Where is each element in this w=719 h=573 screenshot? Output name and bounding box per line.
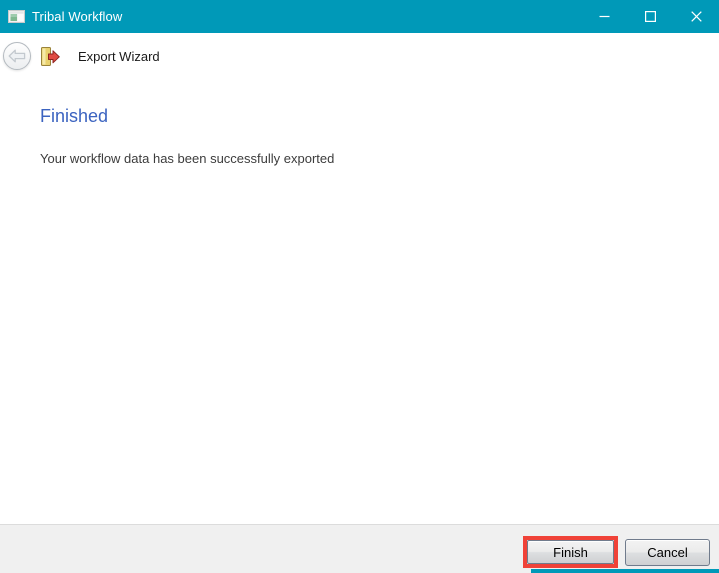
minimize-icon bbox=[599, 11, 610, 22]
titlebar: Tribal Workflow bbox=[0, 0, 719, 33]
page-title: Finished bbox=[40, 106, 108, 127]
close-button[interactable] bbox=[673, 0, 719, 33]
app-window-icon bbox=[8, 8, 25, 25]
minimize-button[interactable] bbox=[581, 0, 627, 33]
back-arrow-icon bbox=[8, 49, 26, 63]
caption-buttons bbox=[581, 0, 719, 33]
back-button[interactable] bbox=[3, 42, 31, 70]
wizard-header: Export Wizard bbox=[0, 33, 719, 81]
wizard-title: Export Wizard bbox=[78, 49, 160, 64]
annotation-highlight: Finish bbox=[523, 536, 618, 568]
close-icon bbox=[691, 11, 702, 22]
status-message: Your workflow data has been successfully… bbox=[40, 151, 334, 166]
cancel-button[interactable]: Cancel bbox=[625, 539, 710, 566]
finish-button[interactable]: Finish bbox=[527, 540, 614, 564]
background-window-edge bbox=[531, 569, 719, 573]
window-title: Tribal Workflow bbox=[32, 9, 122, 24]
maximize-icon bbox=[645, 11, 656, 22]
maximize-button[interactable] bbox=[627, 0, 673, 33]
export-door-icon bbox=[38, 46, 61, 69]
